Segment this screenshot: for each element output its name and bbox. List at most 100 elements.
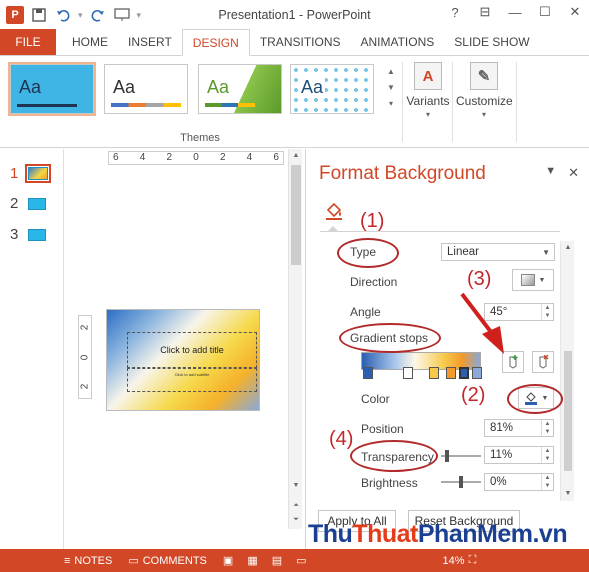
theme-thumbnail-2[interactable]: Aa xyxy=(104,64,188,114)
ribbon-separator xyxy=(452,62,453,142)
scroll-up-icon[interactable]: ▲ xyxy=(289,149,303,163)
slide-thumbnail-2[interactable]: 2 xyxy=(10,195,46,212)
gradient-stop-2[interactable] xyxy=(403,367,413,379)
scroll-up-icon[interactable]: ▲ xyxy=(561,241,575,255)
remove-gradient-stop-button[interactable] xyxy=(532,351,554,373)
direction-label: Direction xyxy=(350,275,398,289)
type-dropdown[interactable]: Linear ▼ xyxy=(441,243,555,261)
customize-icon: ✎ xyxy=(470,62,498,90)
slide-vertical-scrollbar[interactable]: ▲ ▼ ⏶ ⏷ xyxy=(288,149,302,529)
chevron-down-icon: ▼ xyxy=(538,276,546,284)
scroll-down-icon[interactable]: ▼ xyxy=(289,479,303,493)
annotation-ellipse-transparency xyxy=(350,440,438,472)
pane-close-icon[interactable]: ✕ xyxy=(568,165,579,181)
variants-button[interactable]: A Variants ▾ xyxy=(404,60,452,128)
transparency-spinner[interactable]: 11% ▲ ▼ xyxy=(484,446,554,464)
theme-thumbnail-3[interactable]: Aa xyxy=(198,64,282,114)
previous-slide-icon[interactable]: ⏶ xyxy=(289,499,303,513)
next-slide-icon[interactable]: ⏷ xyxy=(289,513,303,527)
annotation-ellipse-gradient-stops xyxy=(339,323,441,353)
slide-sorter-icon[interactable]: ▦ xyxy=(247,554,257,567)
gradient-stop-1[interactable] xyxy=(363,367,373,379)
gradient-stop-4[interactable] xyxy=(446,367,456,379)
slide-number: 3 xyxy=(10,226,19,243)
type-value: Linear xyxy=(447,246,479,258)
subtitle-placeholder[interactable]: Click to add subtitle xyxy=(127,368,257,392)
pane-controls: ▼ ✕ xyxy=(545,165,579,181)
tab-file[interactable]: FILE xyxy=(0,29,56,55)
close-icon[interactable]: ✕ xyxy=(567,4,583,20)
ruler-tick: 6 xyxy=(273,152,279,163)
slide-thumbnail-3[interactable]: 3 xyxy=(10,226,46,243)
gradient-direction-icon xyxy=(520,274,535,286)
brightness-spinner[interactable]: 0% ▲ ▼ xyxy=(484,473,554,491)
spin-arrows-icon[interactable]: ▲ ▼ xyxy=(541,447,553,463)
spin-arrows-icon[interactable]: ▲ ▼ xyxy=(541,420,553,436)
zoom-control[interactable]: 14% ⛶ xyxy=(435,554,485,567)
customize-button[interactable]: ✎ Customize ▾ xyxy=(456,60,513,128)
gradient-stop-5-selected[interactable] xyxy=(459,367,469,379)
gradient-stop-6[interactable] xyxy=(472,367,482,379)
help-icon[interactable]: ? xyxy=(447,4,463,20)
title-placeholder[interactable]: Click to add title xyxy=(127,332,257,368)
reading-view-icon[interactable]: ▤ xyxy=(272,554,282,567)
pane-scrollbar[interactable]: ▲ ▼ xyxy=(560,241,574,501)
tab-insert[interactable]: INSERT xyxy=(118,29,182,55)
tab-animations[interactable]: ANIMATIONS xyxy=(350,29,444,55)
watermark-part: Thuat xyxy=(352,520,418,548)
gallery-up-icon[interactable]: ▲ xyxy=(384,64,398,80)
direction-dropdown[interactable]: ▼ xyxy=(512,269,554,291)
fill-bucket-icon[interactable] xyxy=(322,199,346,223)
scroll-down-icon[interactable]: ▼ xyxy=(561,487,575,501)
customize-dropdown-icon: ▾ xyxy=(481,110,486,119)
slide-thumbnails-panel: 1 2 3 xyxy=(0,149,64,549)
minimize-icon[interactable]: — xyxy=(507,4,523,20)
scrollbar-thumb[interactable] xyxy=(291,165,301,265)
annotation-arrow-icon xyxy=(460,292,504,354)
view-buttons: ▣ ▦ ▤ ▭ xyxy=(215,554,315,567)
pane-tab-pointer xyxy=(328,226,338,231)
ruler-tick: 0 xyxy=(193,152,199,163)
pane-options-icon[interactable]: ▼ xyxy=(545,165,556,181)
theme-sample-text: Aa xyxy=(301,77,324,97)
slide-preview xyxy=(28,228,46,241)
tab-design[interactable]: DESIGN xyxy=(181,29,250,56)
ribbon-display-icon[interactable]: ⊟ xyxy=(477,4,493,20)
position-spinner[interactable]: 81% ▲ ▼ xyxy=(484,419,554,437)
ribbon-design: Aa Aa Aa Aa ▲ ▼ ▾ Themes A Variants ▾ ✎ … xyxy=(0,56,589,148)
scrollbar-thumb[interactable] xyxy=(564,351,572,471)
theme-thumbnail-4[interactable]: Aa xyxy=(290,64,374,114)
variants-icon: A xyxy=(414,62,442,90)
annotation-ellipse-color xyxy=(507,384,563,414)
tab-transitions[interactable]: TRANSITIONS xyxy=(250,29,351,55)
maximize-icon[interactable]: ☐ xyxy=(537,4,553,20)
slider-knob[interactable] xyxy=(459,476,463,488)
normal-view-icon[interactable]: ▣ xyxy=(223,554,233,567)
notes-button[interactable]: ≡ NOTES xyxy=(56,555,120,567)
variants-dropdown-icon: ▾ xyxy=(425,110,430,119)
tab-home[interactable]: HOME xyxy=(62,29,118,55)
slide-thumbnail-1[interactable]: 1 xyxy=(10,164,51,183)
gallery-down-icon[interactable]: ▼ xyxy=(384,80,398,96)
fit-to-window-icon[interactable]: ⛶ xyxy=(469,554,477,567)
comments-button[interactable]: ▭ COMMENTS xyxy=(120,554,215,568)
slide-show-icon[interactable]: ▭ xyxy=(296,554,306,567)
window-controls: ? ⊟ — ☐ ✕ xyxy=(447,4,583,20)
customize-label: Customize xyxy=(456,94,513,108)
brightness-slider[interactable] xyxy=(441,476,481,488)
transparency-slider[interactable] xyxy=(441,450,481,462)
tab-slide-show[interactable]: SLIDE SHOW xyxy=(444,29,539,55)
remove-stop-icon xyxy=(539,355,549,369)
gradient-stop-3[interactable] xyxy=(429,367,439,379)
slide-number: 2 xyxy=(10,195,19,212)
ruler-tick: 2 xyxy=(166,152,173,163)
color-label: Color xyxy=(361,392,390,406)
spin-arrows-icon[interactable]: ▲ ▼ xyxy=(541,304,553,320)
slider-knob[interactable] xyxy=(445,450,449,462)
theme-thumbnail-1[interactable]: Aa xyxy=(8,62,96,116)
pane-tab-divider xyxy=(320,231,560,232)
watermark-part: .vn xyxy=(532,520,568,548)
gallery-more-icon[interactable]: ▾ xyxy=(384,96,398,112)
slide[interactable]: Click to add title Click to add subtitle xyxy=(106,309,260,411)
spin-arrows-icon[interactable]: ▲ ▼ xyxy=(541,474,553,490)
